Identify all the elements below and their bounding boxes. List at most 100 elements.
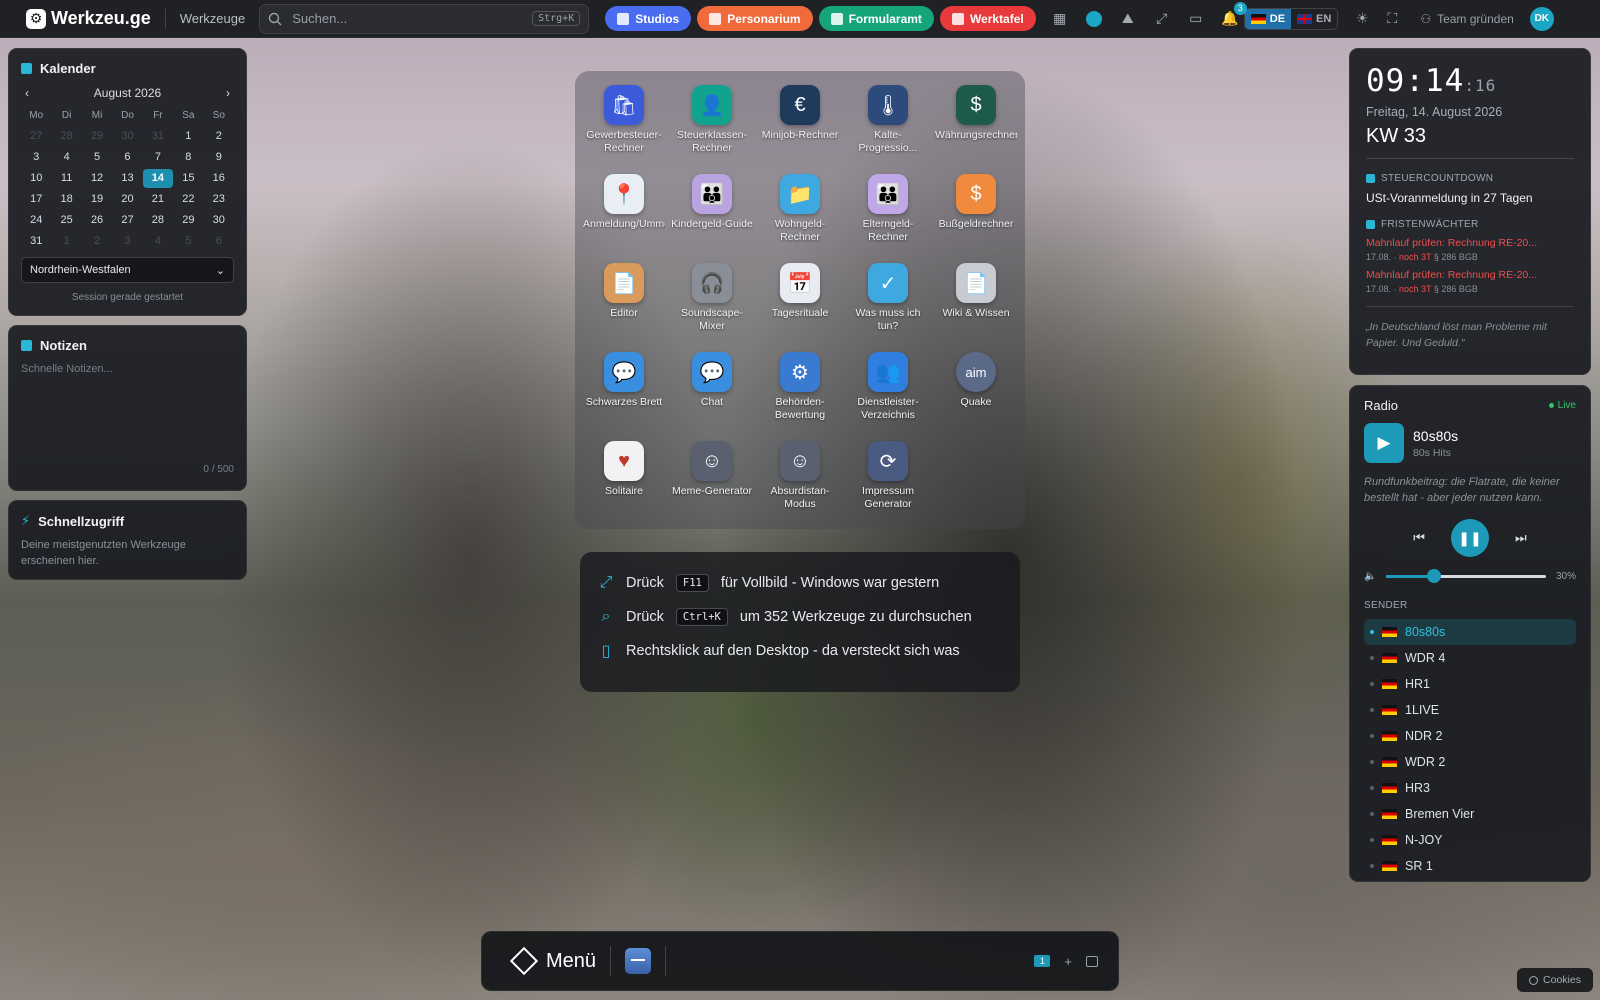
pause-button[interactable]: ❚❚ <box>1451 519 1489 557</box>
calendar-day[interactable]: 28 <box>51 127 81 146</box>
calendar-day[interactable]: 3 <box>21 148 51 167</box>
team-button[interactable]: ⚇ Team gründen <box>1420 12 1513 26</box>
calendar-day[interactable]: 30 <box>112 127 142 146</box>
app-tile[interactable]: 👪 Elterngeld-Rechner <box>844 174 932 255</box>
calendar-day[interactable]: 31 <box>143 127 173 146</box>
calendar-day[interactable]: 31 <box>21 232 51 251</box>
app-tile[interactable]: € Minijob-Rechner <box>756 85 844 166</box>
calendar-day[interactable]: 9 <box>204 148 234 167</box>
app-tile[interactable]: 🎧 Soundscape-Mixer <box>668 263 756 344</box>
pill-studios[interactable]: Studios <box>605 6 692 31</box>
lang-de-button[interactable]: DE <box>1244 8 1292 29</box>
calendar-day[interactable]: 6 <box>112 148 142 167</box>
calendar-day[interactable]: 5 <box>82 148 112 167</box>
app-tile[interactable]: ⚙ Behörden-Bewertung <box>756 352 844 433</box>
pill-formularamt[interactable]: Formularamt <box>818 6 934 31</box>
search-box[interactable]: Strg+K <box>259 3 590 34</box>
app-tile[interactable]: 📁 Wohngeld-Rechner <box>756 174 844 255</box>
calendar-day[interactable]: 16 <box>204 169 234 188</box>
calendar-day[interactable]: 27 <box>112 211 142 230</box>
window-icon[interactable]: ▭ <box>1186 9 1206 29</box>
deadline-item[interactable]: Mahnlauf prüfen: Rechnung RE-20... 17.08.… <box>1366 237 1574 262</box>
calendar-day[interactable]: 8 <box>173 148 203 167</box>
station-item[interactable]: HR1 <box>1364 671 1576 697</box>
sun-icon[interactable]: ☀ <box>1352 9 1372 29</box>
volume-knob[interactable] <box>1427 569 1442 583</box>
app-tile[interactable]: 👥 Dienstleister-Verzeichnis <box>844 352 932 433</box>
calendar-day[interactable]: 1 <box>51 232 81 251</box>
app-tile[interactable]: 👤 Steuerklassen-Rechner <box>668 85 756 166</box>
mountain-icon[interactable]: ⛰ <box>1118 9 1138 29</box>
calendar-day[interactable]: 2 <box>82 232 112 251</box>
app-tile[interactable]: 📍 Anmeldung/Ummeldung <box>580 174 668 255</box>
app-tile[interactable]: ✓ Was muss ich tun? <box>844 263 932 344</box>
app-tile[interactable]: ⟳ Impressum Generator <box>844 441 932 522</box>
app-tile[interactable]: 📅 Tagesrituale <box>756 263 844 344</box>
menu-button[interactable]: Menü <box>509 946 596 976</box>
app-tile[interactable]: ☺ Meme-Generator <box>668 441 756 522</box>
calendar-day[interactable]: 21 <box>143 190 173 209</box>
calendar-day[interactable]: 17 <box>21 190 51 209</box>
volume-slider[interactable] <box>1386 569 1546 583</box>
calendar-day[interactable]: 24 <box>21 211 51 230</box>
play-icon[interactable]: ▶ <box>1364 423 1404 463</box>
pill-personarium[interactable]: Personarium <box>697 6 813 31</box>
app-tile[interactable]: ♥ Solitaire <box>580 441 668 522</box>
show-desktop-icon[interactable] <box>1086 955 1098 967</box>
previous-icon[interactable]: ⏮ <box>1413 530 1425 546</box>
calendar-day[interactable]: 7 <box>143 148 173 167</box>
app-tile[interactable]: aim Quake <box>932 352 1020 433</box>
calendar-day[interactable]: 22 <box>173 190 203 209</box>
calendar-day[interactable]: 3 <box>112 232 142 251</box>
calendar-day[interactable]: 12 <box>82 169 112 188</box>
globe-icon[interactable] <box>1084 9 1104 29</box>
logo[interactable]: ⚙ Werkzeu.ge <box>26 8 151 29</box>
region-select[interactable]: Nordrhein-Westfalen ⌄ <box>21 257 234 283</box>
app-tile[interactable]: 🛍 Gewerbesteuer-Rechner <box>580 85 668 166</box>
calendar-day[interactable]: 23 <box>204 190 234 209</box>
notes-textarea[interactable] <box>21 363 234 459</box>
lang-en-button[interactable]: EN <box>1291 9 1337 29</box>
station-item[interactable]: WDR 2 <box>1364 749 1576 775</box>
app-tile[interactable]: 💬 Schwarzes Brett <box>580 352 668 433</box>
next-icon[interactable]: ⏭ <box>1515 530 1527 546</box>
calendar-day[interactable]: 18 <box>51 190 81 209</box>
app-tile[interactable]: 💬 Chat <box>668 352 756 433</box>
calendar-day[interactable]: 29 <box>173 211 203 230</box>
calendar-day[interactable]: 13 <box>112 169 142 188</box>
station-item[interactable]: 1LIVE <box>1364 697 1576 723</box>
calendar-day[interactable]: 19 <box>82 190 112 209</box>
calendar-day[interactable]: 15 <box>173 169 203 188</box>
app-tile[interactable]: 🌡 Kalte-Progressio... <box>844 85 932 166</box>
station-item[interactable]: N-JOY <box>1364 827 1576 853</box>
grid-icon[interactable]: ▦ <box>1050 9 1070 29</box>
avatar[interactable]: DK <box>1529 6 1554 31</box>
calendar-day[interactable]: 25 <box>51 211 81 230</box>
calendar-day[interactable]: 4 <box>143 232 173 251</box>
app-tile[interactable]: ☺ Absurdistan-Modus <box>756 441 844 522</box>
calendar-day[interactable]: 5 <box>173 232 203 251</box>
add-workspace-button[interactable]: + <box>1064 954 1072 969</box>
deadline-item[interactable]: Mahnlauf prüfen: Rechnung RE-20... 17.08.… <box>1366 269 1574 294</box>
calendar-day[interactable]: 4 <box>51 148 81 167</box>
calendar-day[interactable]: 10 <box>21 169 51 188</box>
app-tile[interactable]: 📄 Wiki & Wissen <box>932 263 1020 344</box>
prev-month-button[interactable]: ‹ <box>25 86 29 100</box>
calendar-day[interactable]: 29 <box>82 127 112 146</box>
calendar-day[interactable]: 20 <box>112 190 142 209</box>
cookies-button[interactable]: Cookies <box>1517 968 1593 992</box>
app-tile[interactable]: $ Bußgeldrechner <box>932 174 1020 255</box>
app-tile[interactable]: 👪 Kindergeld-Guide <box>668 174 756 255</box>
calendar-day[interactable]: 26 <box>82 211 112 230</box>
search-input[interactable] <box>292 11 523 26</box>
workspace-indicator[interactable]: 1 <box>1034 955 1051 967</box>
pill-werktafel[interactable]: Werktafel <box>939 6 1036 31</box>
calendar-day[interactable]: 1 <box>173 127 203 146</box>
station-item[interactable]: 80s80s <box>1364 619 1576 645</box>
app-tile[interactable]: $ Währungsrechner <box>932 85 1020 166</box>
calendar-day[interactable]: 30 <box>204 211 234 230</box>
station-item[interactable]: SR 1 <box>1364 853 1576 879</box>
station-item[interactable]: HR3 <box>1364 775 1576 801</box>
calendar-day[interactable]: 28 <box>143 211 173 230</box>
expand-icon[interactable]: ⤢ <box>1152 9 1172 29</box>
